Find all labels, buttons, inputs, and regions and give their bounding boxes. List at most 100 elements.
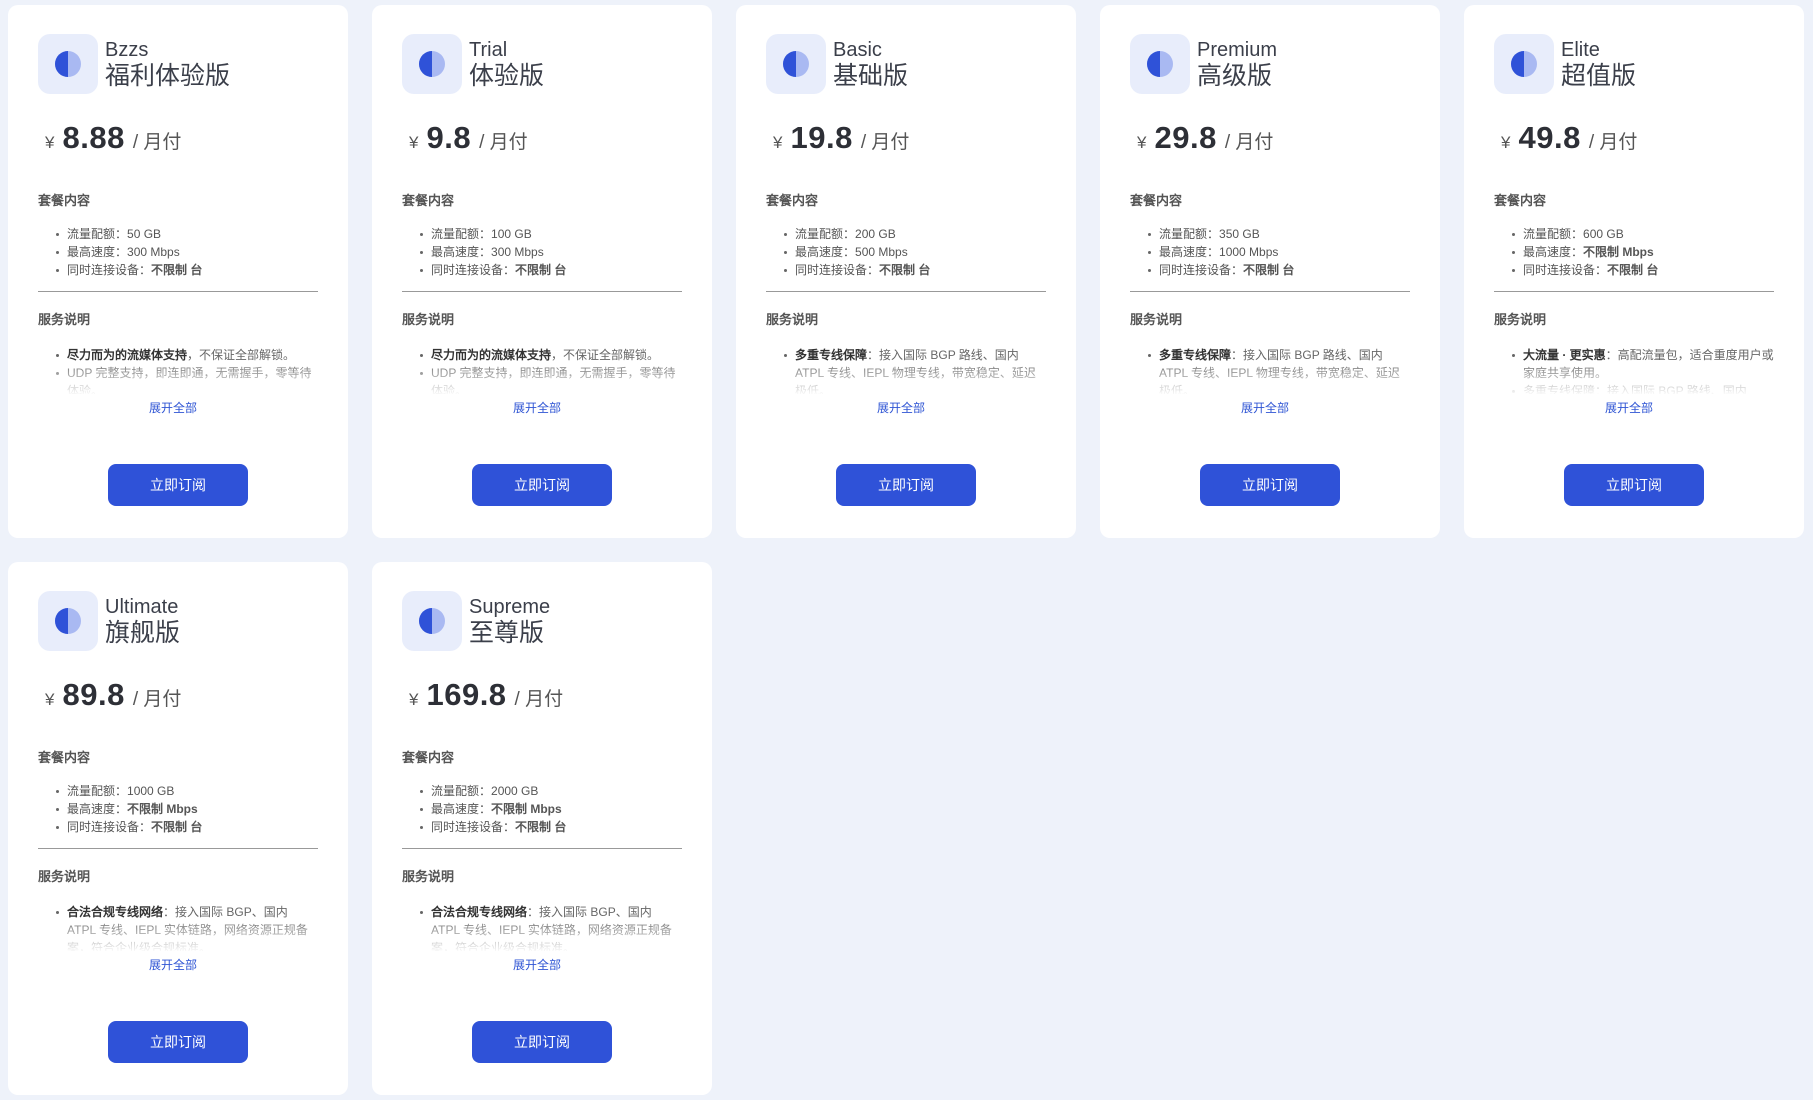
feature-value: 300 Mbps xyxy=(491,245,544,259)
service-item: 大流量 · 更实惠：高配流量包，适合重度用户或家庭共享使用。 xyxy=(1512,346,1774,382)
service-item: 多重专线保障：接入国际 BGP 路线、国内 ATPL 专线、IEPL 物理专线，… xyxy=(784,346,1046,394)
plan-card-elite: Elite 超值版 ¥ 49.8 / 月付 套餐内容 流量配额：600 GB 最高… xyxy=(1464,5,1804,538)
expand-all-link[interactable]: 展开全部 xyxy=(1494,399,1764,416)
feature-item: 流量配额：350 GB xyxy=(1148,225,1410,243)
feature-label: 同时连接设备： xyxy=(67,820,152,834)
feature-item: 最高速度：不限制 Mbps xyxy=(1512,243,1774,261)
feature-item: 流量配额：600 GB xyxy=(1512,225,1774,243)
feature-label: 同时连接设备： xyxy=(67,263,152,277)
feature-item: 同时连接设备：不限制 台 xyxy=(420,818,682,836)
feature-label: 同时连接设备： xyxy=(431,820,516,834)
price-amount: 169.8 xyxy=(426,677,507,712)
price-amount: 89.8 xyxy=(62,677,125,712)
price-amount: 9.8 xyxy=(426,120,472,155)
feature-value: 不限制 台 xyxy=(515,263,567,277)
feature-value: 不限制 Mbps xyxy=(491,802,562,816)
feature-item: 流量配额：1000 GB xyxy=(56,782,318,800)
feature-value: 500 Mbps xyxy=(855,245,908,259)
subscribe-button[interactable]: 立即订阅 xyxy=(472,1021,612,1063)
price-amount: 29.8 xyxy=(1154,120,1217,155)
subscribe-button[interactable]: 立即订阅 xyxy=(108,1021,248,1063)
plan-card-basic: Basic 基础版 ¥ 19.8 / 月付 套餐内容 流量配额：200 GB 最高… xyxy=(736,5,1076,538)
expand-all-link[interactable]: 展开全部 xyxy=(402,956,672,973)
feature-value: 350 GB xyxy=(1219,227,1260,241)
plan-name-en: Ultimate xyxy=(105,595,179,618)
divider xyxy=(1130,291,1410,292)
service-description: 多重专线保障：接入国际 BGP 路线、国内 ATPL 专线、IEPL 物理专线，… xyxy=(1130,346,1410,394)
plan-name-en: Trial xyxy=(469,38,508,61)
feature-list: 流量配额：350 GB 最高速度：1000 Mbps 同时连接设备：不限制 台 xyxy=(1130,225,1410,279)
service-title: 服务说明 xyxy=(1130,312,1183,327)
plan-header: Bzzs 福利体验版 xyxy=(38,33,318,94)
feature-value: 不限制 Mbps xyxy=(127,802,198,816)
service-text: UDP 完整支持，即连即通，无需握手，零等待体验。 xyxy=(431,366,676,394)
contents-title: 套餐内容 xyxy=(1494,193,1547,208)
feature-label: 最高速度： xyxy=(795,245,856,259)
divider xyxy=(38,848,318,849)
service-title: 服务说明 xyxy=(1494,312,1547,327)
feature-value: 50 GB xyxy=(127,227,162,241)
currency-symbol: ¥ xyxy=(773,133,783,152)
service-highlight: 合法合规专线网络 xyxy=(67,905,164,919)
feature-item: 流量配额：2000 GB xyxy=(420,782,682,800)
expand-all-link[interactable]: 展开全部 xyxy=(1130,399,1400,416)
service-highlight: 大流量 · 更实惠 xyxy=(1523,348,1606,362)
service-highlight: 多重专线保障 xyxy=(1159,348,1232,362)
plan-header: Supreme 至尊版 xyxy=(402,590,682,651)
subscribe-button[interactable]: 立即订阅 xyxy=(836,464,976,506)
subscribe-button[interactable]: 立即订阅 xyxy=(472,464,612,506)
expand-all-link[interactable]: 展开全部 xyxy=(38,399,308,416)
price-row: ¥ 9.8 / 月付 xyxy=(409,120,682,160)
plan-name-cn: 至尊版 xyxy=(469,618,545,647)
feature-list: 流量配额：50 GB 最高速度：300 Mbps 同时连接设备：不限制 台 xyxy=(38,225,318,279)
plan-name-cn: 旗舰版 xyxy=(105,618,181,647)
feature-value: 600 GB xyxy=(1583,227,1624,241)
subscribe-button[interactable]: 立即订阅 xyxy=(1200,464,1340,506)
feature-value: 不限制 台 xyxy=(151,263,203,277)
feature-label: 流量配额： xyxy=(431,784,492,798)
billing-period: / 月付 xyxy=(1224,132,1274,153)
plan-name-en: Supreme xyxy=(469,595,551,618)
plan-name-en: Basic xyxy=(833,38,882,61)
divider xyxy=(402,848,682,849)
subscribe-button[interactable]: 立即订阅 xyxy=(108,464,248,506)
contents-title: 套餐内容 xyxy=(1130,193,1183,208)
subscribe-button[interactable]: 立即订阅 xyxy=(1564,464,1704,506)
feature-label: 流量配额： xyxy=(1159,227,1220,241)
feature-label: 同时连接设备： xyxy=(795,263,880,277)
expand-all-link[interactable]: 展开全部 xyxy=(38,956,308,973)
half-circle-icon xyxy=(402,590,462,651)
feature-value: 不限制 Mbps xyxy=(1583,245,1654,259)
service-item: 合法合规专线网络：接入国际 BGP、国内 ATPL 专线、IEPL 实体链路，网… xyxy=(420,903,682,951)
feature-value: 300 Mbps xyxy=(127,245,180,259)
price-amount: 8.88 xyxy=(62,120,125,155)
feature-value: 不限制 台 xyxy=(515,820,567,834)
contents-title: 套餐内容 xyxy=(766,193,819,208)
feature-value: 不限制 台 xyxy=(151,820,203,834)
plan-card-ultimate: Ultimate 旗舰版 ¥ 89.8 / 月付 套餐内容 流量配额：1000 … xyxy=(8,562,348,1095)
service-title: 服务说明 xyxy=(402,312,455,327)
service-title: 服务说明 xyxy=(38,869,91,884)
plan-name-cn: 体验版 xyxy=(469,61,545,90)
feature-label: 流量配额： xyxy=(795,227,856,241)
feature-label: 流量配额： xyxy=(67,227,128,241)
billing-period: / 月付 xyxy=(132,689,182,710)
feature-value: 1000 GB xyxy=(127,784,175,798)
feature-label: 最高速度： xyxy=(67,245,128,259)
divider xyxy=(766,291,1046,292)
service-description: 合法合规专线网络：接入国际 BGP、国内 ATPL 专线、IEPL 实体链路，网… xyxy=(38,903,318,951)
billing-period: / 月付 xyxy=(514,689,564,710)
divider xyxy=(402,291,682,292)
plan-card-supreme: Supreme 至尊版 ¥ 169.8 / 月付 套餐内容 流量配额：2000 … xyxy=(372,562,712,1095)
plan-header: Ultimate 旗舰版 xyxy=(38,590,318,651)
feature-item: 同时连接设备：不限制 台 xyxy=(1148,261,1410,279)
service-text: ，不保证全部解锁。 xyxy=(187,348,296,362)
half-circle-icon xyxy=(1494,33,1554,94)
expand-all-link[interactable]: 展开全部 xyxy=(402,399,672,416)
price-row: ¥ 169.8 / 月付 xyxy=(409,677,682,717)
currency-symbol: ¥ xyxy=(1501,133,1511,152)
expand-all-link[interactable]: 展开全部 xyxy=(766,399,1036,416)
service-item: 尽力而为的流媒体支持，不保证全部解锁。 xyxy=(420,346,682,364)
feature-label: 最高速度： xyxy=(431,245,492,259)
billing-period: / 月付 xyxy=(479,132,528,153)
